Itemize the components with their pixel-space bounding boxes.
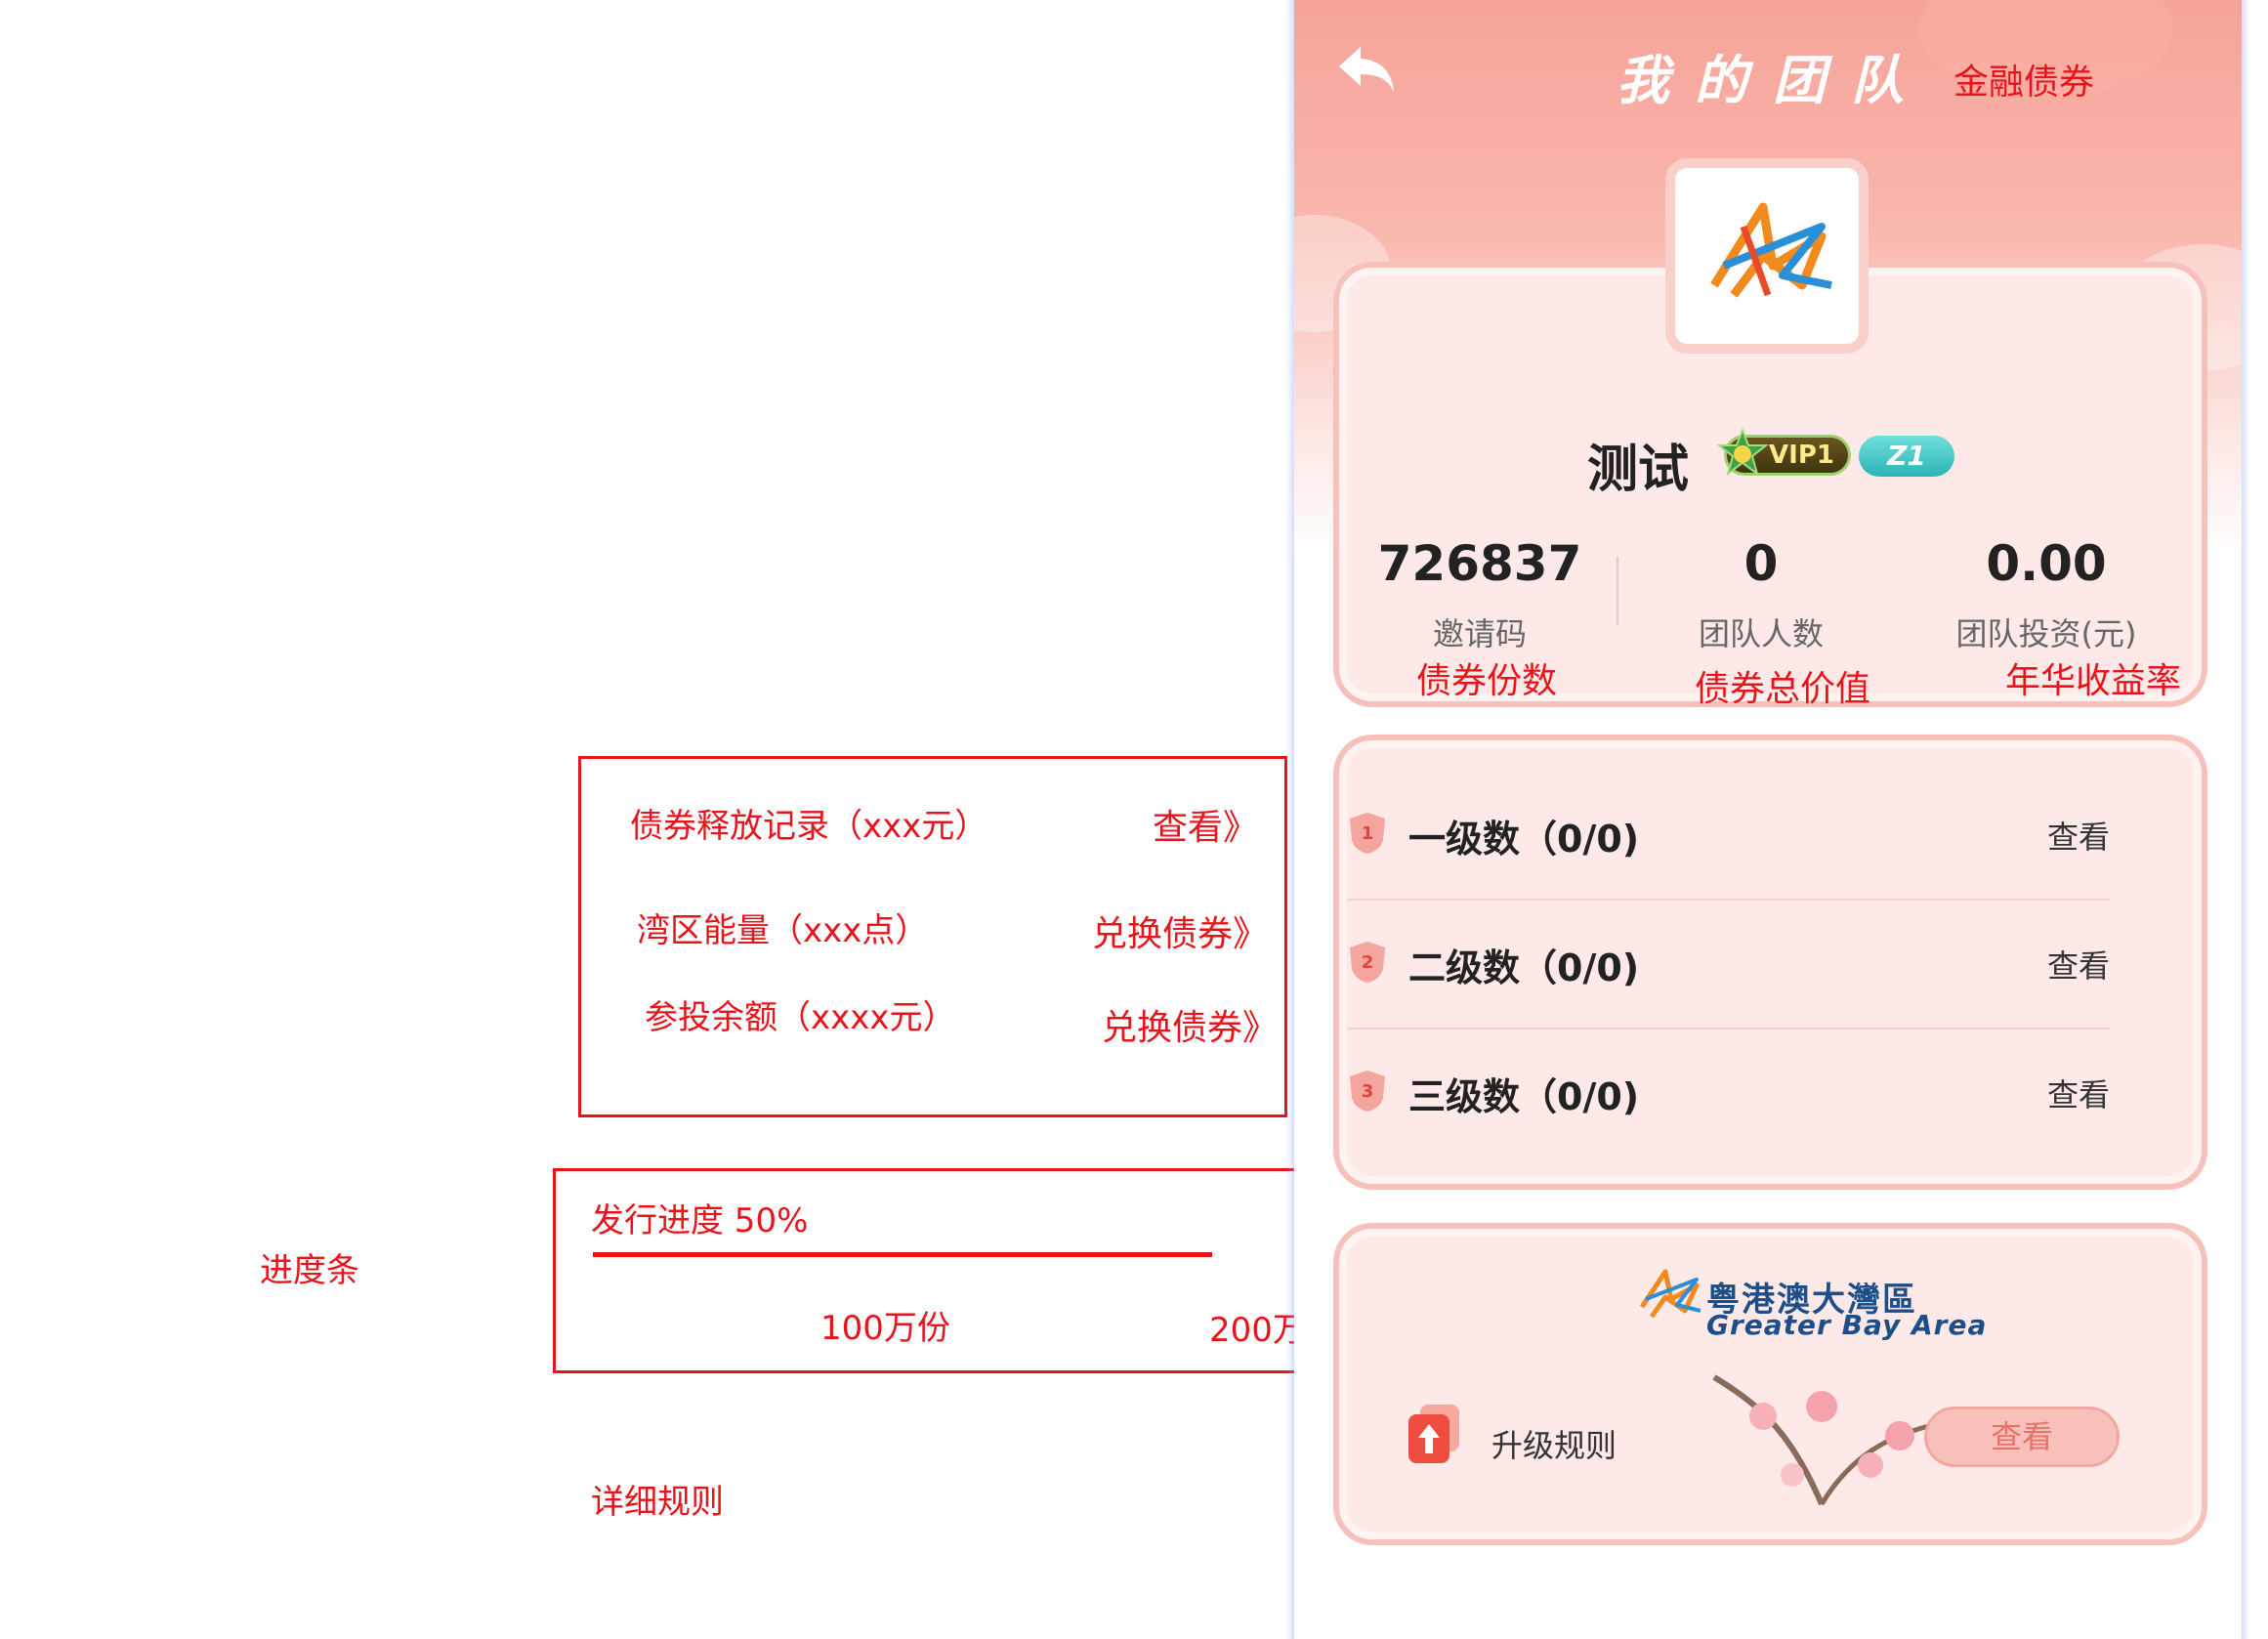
app-logo-icon bbox=[1710, 202, 1832, 298]
header-annotation: 金融债券 bbox=[1953, 63, 2095, 103]
z-badge: Z1 bbox=[1859, 436, 1954, 477]
level-row-2[interactable]: 2 二级数（0/0) 查看 bbox=[1348, 901, 2110, 1028]
svg-text:2: 2 bbox=[1362, 952, 1374, 973]
stat-team-invest-value: 0.00 bbox=[1986, 535, 2107, 592]
user-name: 测试 bbox=[1587, 441, 1690, 499]
brand-name-en: Greater Bay Area bbox=[1706, 1309, 1988, 1341]
level-3-shield-icon: 3 bbox=[1350, 1071, 1385, 1112]
stat-team-count-value: 0 bbox=[1743, 535, 1779, 592]
level-row-3[interactable]: 3 三级数（0/0) 查看 bbox=[1348, 1030, 2110, 1156]
progress-title: 发行进度 50% bbox=[591, 1201, 809, 1240]
stat-team-invest-label: 团队投资(元) bbox=[1955, 615, 2137, 652]
annotation-view-link[interactable]: 查看》 bbox=[1153, 799, 1258, 850]
svg-text:1: 1 bbox=[1362, 823, 1374, 844]
annotation-bay-energy-label: 湾区能量（xxx点） bbox=[637, 911, 929, 950]
svg-text:3: 3 bbox=[1362, 1081, 1374, 1102]
annotation-exchange-bond-link[interactable]: 兑换债券》 bbox=[1092, 905, 1268, 956]
vip-label: VIP1 bbox=[1769, 441, 1834, 470]
plum-blossom-branch-icon bbox=[1712, 1374, 1930, 1506]
phone-screen: 我的团队 金融债券 测试 VIP1 Z1 726837 邀请码 0 团队人数 0… bbox=[1294, 0, 2242, 1639]
upgrade-rule-view-button[interactable]: 查看 bbox=[1924, 1407, 2120, 1467]
stat-annotation-bond-value: 债券总价值 bbox=[1695, 669, 1871, 709]
vip-star-icon bbox=[1717, 428, 1768, 477]
stat-annotation-annual-yield: 年华收益率 bbox=[2005, 661, 2182, 701]
greater-bay-area-logo-icon bbox=[1639, 1269, 1701, 1319]
back-arrow-icon[interactable] bbox=[1333, 39, 1402, 98]
page-title: 我的团队 bbox=[1617, 49, 1929, 111]
stat-divider bbox=[1617, 557, 1618, 625]
level-1-view-link[interactable]: 查看 bbox=[2047, 813, 2110, 858]
level-1-label: 一级数（0/0) bbox=[1408, 818, 1640, 861]
level-row-1[interactable]: 1 一级数（0/0) 查看 bbox=[1348, 772, 2110, 899]
detail-rule-label[interactable]: 详细规则 bbox=[591, 1475, 724, 1523]
stat-team-count-label: 团队人数 bbox=[1698, 615, 1824, 652]
annotation-exchange-bond-link-2[interactable]: 兑换债券》 bbox=[1102, 999, 1278, 1050]
level-2-label: 二级数（0/0) bbox=[1408, 946, 1640, 989]
vip-badge: VIP1 bbox=[1717, 428, 1851, 477]
level-3-view-link[interactable]: 查看 bbox=[2047, 1071, 2110, 1115]
level-2-shield-icon: 2 bbox=[1350, 942, 1385, 983]
level-1-shield-icon: 1 bbox=[1350, 813, 1385, 854]
upgrade-rule-icon bbox=[1408, 1405, 1459, 1463]
level-3-label: 三级数（0/0) bbox=[1408, 1075, 1640, 1118]
upgrade-rule-label: 升级规则 bbox=[1491, 1427, 1617, 1464]
progress-mid-label: 100万份 bbox=[820, 1309, 950, 1348]
progress-bar-fill bbox=[593, 1252, 1212, 1257]
progress-bar bbox=[593, 1252, 1212, 1257]
progress-caption: 进度条 bbox=[260, 1251, 359, 1290]
annotation-investment-balance-label: 参投余额（xxxx元） bbox=[645, 998, 956, 1037]
level-2-view-link[interactable]: 查看 bbox=[2047, 942, 2110, 987]
stat-invite-code-label: 邀请码 bbox=[1432, 615, 1527, 652]
stat-annotation-bond-shares: 债券份数 bbox=[1416, 661, 1558, 701]
stat-invite-code-value: 726837 bbox=[1377, 535, 1582, 592]
annotation-release-record-label: 债券释放记录（xxx元） bbox=[630, 807, 988, 846]
avatar bbox=[1665, 158, 1869, 354]
